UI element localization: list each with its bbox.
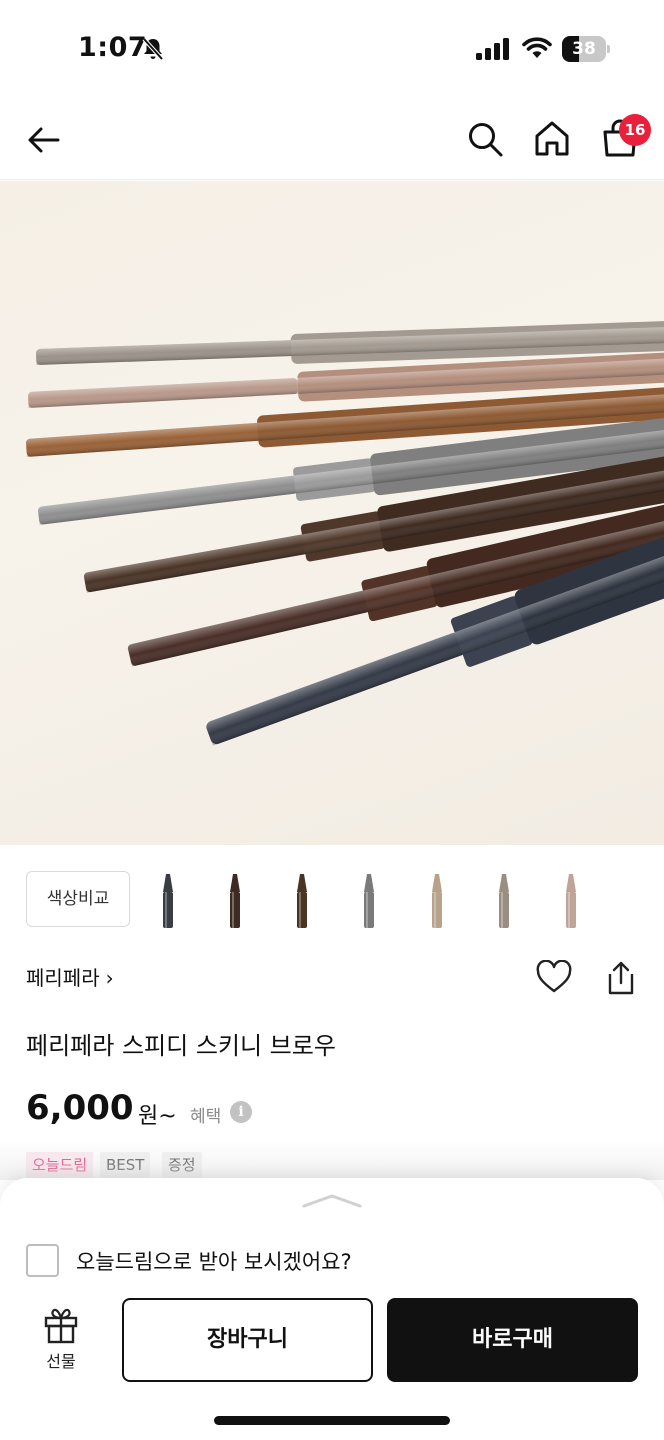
product-price: 6,000 [26, 1088, 134, 1128]
brand-name: 페리페라 [26, 966, 100, 990]
color-swatch[interactable] [553, 872, 589, 930]
color-swatch-list [150, 872, 664, 932]
cellular-signal-icon [476, 38, 509, 60]
color-swatch[interactable] [150, 872, 186, 930]
home-indicator[interactable] [214, 1416, 450, 1425]
brand-link[interactable]: 페리페라 › [26, 962, 114, 991]
arrow-left-icon[interactable] [26, 122, 62, 158]
buy-now-button[interactable]: 바로구매 [387, 1298, 638, 1382]
battery-percent: 38 [572, 39, 596, 59]
color-swatch[interactable] [284, 872, 320, 930]
add-to-cart-button[interactable]: 장바구니 [122, 1298, 373, 1382]
share-icon[interactable] [604, 960, 638, 996]
sheet-backdrop [0, 1140, 664, 1180]
benefit-label[interactable]: 혜택 [190, 1102, 221, 1127]
heart-icon[interactable] [536, 960, 572, 994]
today-delivery-label[interactable]: 오늘드림으로 받아 보시겠어요? [76, 1246, 352, 1276]
gift-icon [44, 1308, 78, 1344]
chevron-right-icon: › [105, 966, 114, 990]
battery-icon: 38 [562, 36, 610, 62]
today-delivery-checkbox[interactable] [26, 1244, 59, 1277]
price-unit: 원~ [138, 1104, 177, 1129]
wifi-icon [522, 37, 552, 58]
search-icon[interactable] [466, 120, 504, 158]
status-bar: 1:07 38 [0, 0, 664, 100]
color-swatch[interactable] [419, 872, 455, 930]
info-icon[interactable]: i [230, 1101, 252, 1123]
top-nav-bar: 16 [0, 100, 664, 180]
color-swatch[interactable] [486, 872, 522, 930]
chevron-up-icon[interactable] [302, 1190, 362, 1212]
product-photo [25, 319, 664, 746]
color-swatch[interactable] [351, 872, 387, 930]
gift-label: 선물 [46, 1352, 76, 1371]
gift-button[interactable]: 선물 [26, 1306, 96, 1376]
product-title: 페리페라 스피디 스키니 브로우 [26, 1032, 336, 1060]
cart-count-badge: 16 [619, 114, 651, 146]
home-icon[interactable] [532, 118, 572, 158]
status-time: 1:07 [78, 32, 148, 63]
product-image[interactable]: ‹ 1 | 6 › [0, 181, 664, 845]
color-compare-button[interactable]: 색상비교 [26, 871, 130, 927]
bell-slash-icon [142, 37, 164, 61]
color-swatch[interactable] [217, 872, 253, 930]
